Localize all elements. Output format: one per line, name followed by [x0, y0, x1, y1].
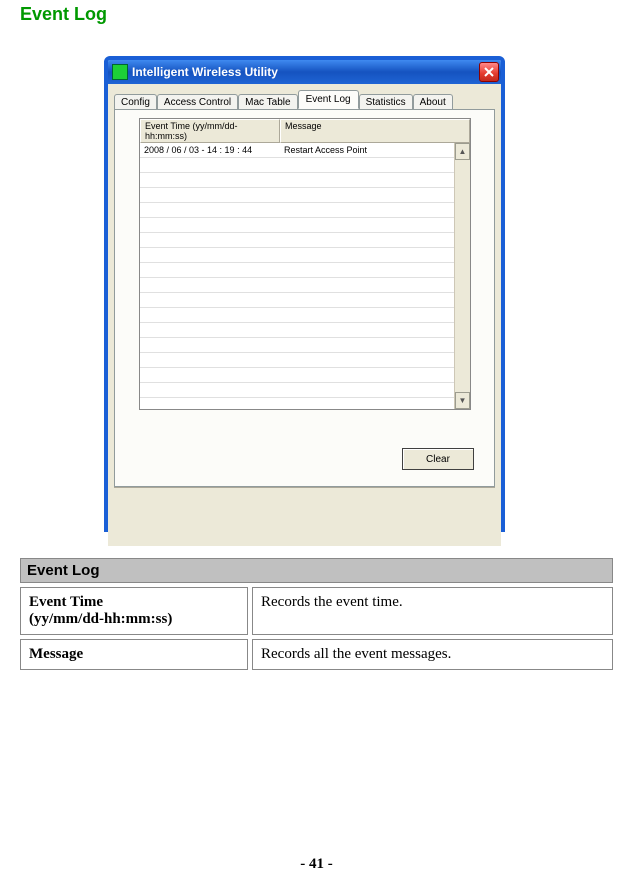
tab-statistics[interactable]: Statistics	[359, 94, 413, 110]
scroll-down-button[interactable]: ▼	[455, 392, 470, 409]
tab-strip: Config Access Control Mac Table Event Lo…	[114, 90, 495, 109]
desc-row: Message Records all the event messages.	[20, 639, 613, 670]
cell-time: 2008 / 06 / 03 - 14 : 19 : 44	[140, 143, 280, 157]
close-button[interactable]	[479, 62, 499, 82]
desc-value: Records the event time.	[252, 587, 613, 635]
tab-config[interactable]: Config	[114, 94, 157, 110]
desc-label: Message	[20, 639, 248, 670]
tab-about[interactable]: About	[413, 94, 453, 110]
dialog-window: Intelligent Wireless Utility Config Acce…	[104, 56, 505, 532]
dialog-lower-space	[108, 490, 501, 546]
page-title: Event Log	[20, 4, 633, 25]
cell-message: Restart Access Point	[280, 143, 470, 157]
desc-header: Event Log	[20, 558, 613, 583]
tab-event-log[interactable]: Event Log	[298, 90, 359, 109]
description-table: Event Log Event Time (yy/mm/dd-hh:mm:ss)…	[16, 554, 617, 674]
titlebar[interactable]: Intelligent Wireless Utility	[108, 60, 501, 84]
log-table: Event Time (yy/mm/dd- hh:mm:ss) Message …	[139, 118, 471, 410]
tab-panel-event-log: Event Time (yy/mm/dd- hh:mm:ss) Message …	[114, 109, 495, 487]
chevron-up-icon: ▲	[459, 147, 467, 156]
table-row[interactable]: 2008 / 06 / 03 - 14 : 19 : 44 Restart Ac…	[140, 143, 470, 158]
column-header-message[interactable]: Message	[280, 119, 470, 143]
window-title: Intelligent Wireless Utility	[132, 65, 479, 79]
column-header-time[interactable]: Event Time (yy/mm/dd- hh:mm:ss)	[140, 119, 280, 143]
tab-access-control[interactable]: Access Control	[157, 94, 238, 110]
chevron-down-icon: ▼	[459, 396, 467, 405]
close-icon	[484, 67, 494, 77]
vertical-scrollbar[interactable]: ▲ ▼	[454, 143, 470, 409]
desc-row: Event Time (yy/mm/dd-hh:mm:ss) Records t…	[20, 587, 613, 635]
app-icon	[112, 64, 128, 80]
desc-value: Records all the event messages.	[252, 639, 613, 670]
log-header-row: Event Time (yy/mm/dd- hh:mm:ss) Message	[140, 119, 470, 143]
desc-label: Event Time (yy/mm/dd-hh:mm:ss)	[20, 587, 248, 635]
log-body: 2008 / 06 / 03 - 14 : 19 : 44 Restart Ac…	[140, 143, 470, 409]
page-number: - 41 -	[0, 856, 633, 873]
clear-button[interactable]: Clear	[402, 448, 474, 470]
scroll-up-button[interactable]: ▲	[455, 143, 470, 160]
tab-mac-table[interactable]: Mac Table	[238, 94, 297, 110]
